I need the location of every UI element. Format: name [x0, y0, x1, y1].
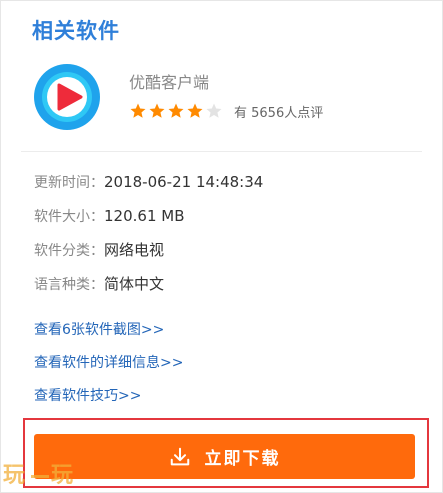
info-category: 软件分类：网络电视 — [34, 239, 164, 260]
link-details[interactable]: 查看软件的详细信息>> — [34, 352, 183, 372]
star-filled-icon — [149, 103, 165, 118]
link-screenshots[interactable]: 查看6张软件截图>> — [34, 319, 164, 339]
download-label: 立即下载 — [204, 449, 281, 468]
info-value: 2018-06-21 14:48:34 — [104, 173, 264, 191]
star-filled-icon — [168, 103, 184, 118]
star-filled-icon — [130, 103, 146, 118]
info-label: 软件大小： — [34, 209, 104, 225]
info-label: 语言种类： — [34, 277, 104, 293]
rating-row: 有 5656人点评 — [129, 101, 323, 121]
info-value: 网络电视 — [104, 241, 165, 259]
info-value: 120.61 MB — [104, 207, 185, 225]
star-filled-icon — [187, 103, 203, 118]
info-update-time: 更新时间：2018-06-21 14:48:34 — [34, 172, 263, 192]
rating-count: 有 5656人点评 — [234, 105, 324, 121]
info-size: 软件大小：120.61 MB — [34, 206, 185, 226]
rating-stars — [129, 102, 224, 120]
star-empty-icon — [206, 103, 222, 118]
info-language: 语言种类：简体中文 — [34, 273, 164, 294]
related-software-panel: 相关软件 优酷客户端 有 5656人点评 更新时间：2018-06-21 14:… — [0, 0, 443, 493]
download-button[interactable]: 立即下载 — [34, 434, 415, 479]
link-tips[interactable]: 查看软件技巧>> — [34, 385, 141, 405]
app-name[interactable]: 优酷客户端 — [129, 69, 209, 93]
info-label: 更新时间： — [34, 175, 104, 191]
info-value: 简体中文 — [104, 275, 165, 293]
youku-logo-icon[interactable] — [32, 62, 102, 132]
section-title: 相关软件 — [32, 19, 120, 43]
divider — [21, 151, 422, 152]
info-label: 软件分类： — [34, 243, 104, 259]
download-icon — [170, 447, 189, 465]
